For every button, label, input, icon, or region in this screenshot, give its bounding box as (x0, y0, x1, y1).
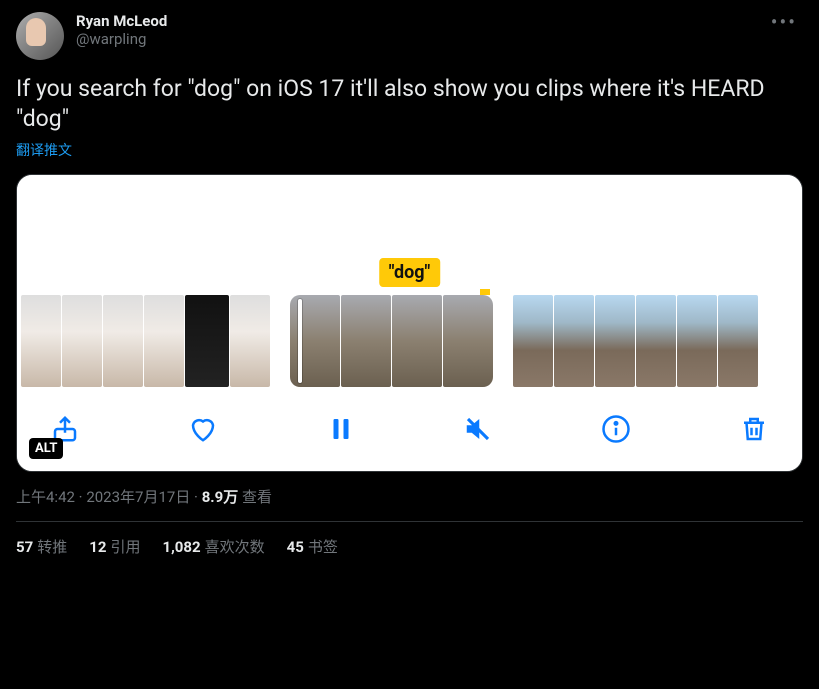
delete-button[interactable] (734, 409, 774, 449)
clip-thumb (21, 295, 61, 387)
views-count: 8.9万 (202, 488, 239, 506)
timeline-marker (480, 289, 490, 295)
info-icon (601, 414, 631, 444)
search-token-badge: "dog" (379, 258, 441, 287)
clip-timeline (17, 295, 802, 387)
pause-button[interactable] (321, 409, 361, 449)
media-preview-top: "dog" (17, 175, 802, 295)
clip-thumb (185, 295, 229, 387)
clip-thumb (595, 295, 635, 387)
clip-thumb (718, 295, 758, 387)
mute-button[interactable] (458, 409, 498, 449)
clip-thumb (103, 295, 143, 387)
clip-thumb (341, 295, 391, 387)
speaker-muted-icon (463, 414, 493, 444)
translate-link[interactable]: 翻译推文 (16, 140, 803, 160)
clip-group[interactable] (513, 295, 758, 387)
handle: @warpling (76, 30, 765, 48)
clip-thumb (513, 295, 553, 387)
trash-icon (739, 414, 769, 444)
tweet-meta: 上午4:42 · 2023年7月17日 · 8.9万 查看 (16, 486, 803, 507)
tweet-time[interactable]: 上午4:42 (16, 488, 75, 506)
clip-thumb (392, 295, 442, 387)
quotes-stat[interactable]: 12引用 (89, 536, 140, 557)
clip-group[interactable] (21, 295, 270, 387)
retweets-stat[interactable]: 57转推 (16, 536, 67, 557)
clip-thumb (677, 295, 717, 387)
playhead[interactable] (298, 299, 302, 383)
author-name-block[interactable]: Ryan McLeod @warpling (76, 12, 765, 48)
clip-thumb (636, 295, 676, 387)
tweet-stats: 57转推 12引用 1,082喜欢次数 45书签 (16, 522, 803, 557)
clip-thumb (62, 295, 102, 387)
more-icon: ••• (771, 10, 797, 34)
display-name: Ryan McLeod (76, 12, 765, 30)
info-button[interactable] (596, 409, 636, 449)
clip-group[interactable] (290, 295, 493, 387)
tweet-header: Ryan McLeod @warpling ••• (16, 12, 803, 60)
tweet-date[interactable]: 2023年7月17日 (86, 488, 190, 506)
more-options-button[interactable]: ••• (765, 12, 803, 32)
heart-icon (188, 414, 218, 444)
alt-badge[interactable]: ALT (29, 438, 63, 459)
likes-stat[interactable]: 1,082喜欢次数 (162, 536, 264, 557)
like-button[interactable] (183, 409, 223, 449)
clip-thumb (443, 295, 493, 387)
tweet-container: Ryan McLeod @warpling ••• If you search … (0, 0, 819, 557)
pause-icon (326, 414, 356, 444)
clip-thumb (144, 295, 184, 387)
media-toolbar (17, 387, 802, 471)
clip-thumb (230, 295, 270, 387)
media-card[interactable]: "dog" (16, 174, 803, 472)
avatar[interactable] (16, 12, 64, 60)
clip-thumb (554, 295, 594, 387)
bookmarks-stat[interactable]: 45书签 (287, 536, 338, 557)
views-label: 查看 (242, 488, 272, 506)
tweet-text: If you search for "dog" on iOS 17 it'll … (16, 74, 803, 134)
